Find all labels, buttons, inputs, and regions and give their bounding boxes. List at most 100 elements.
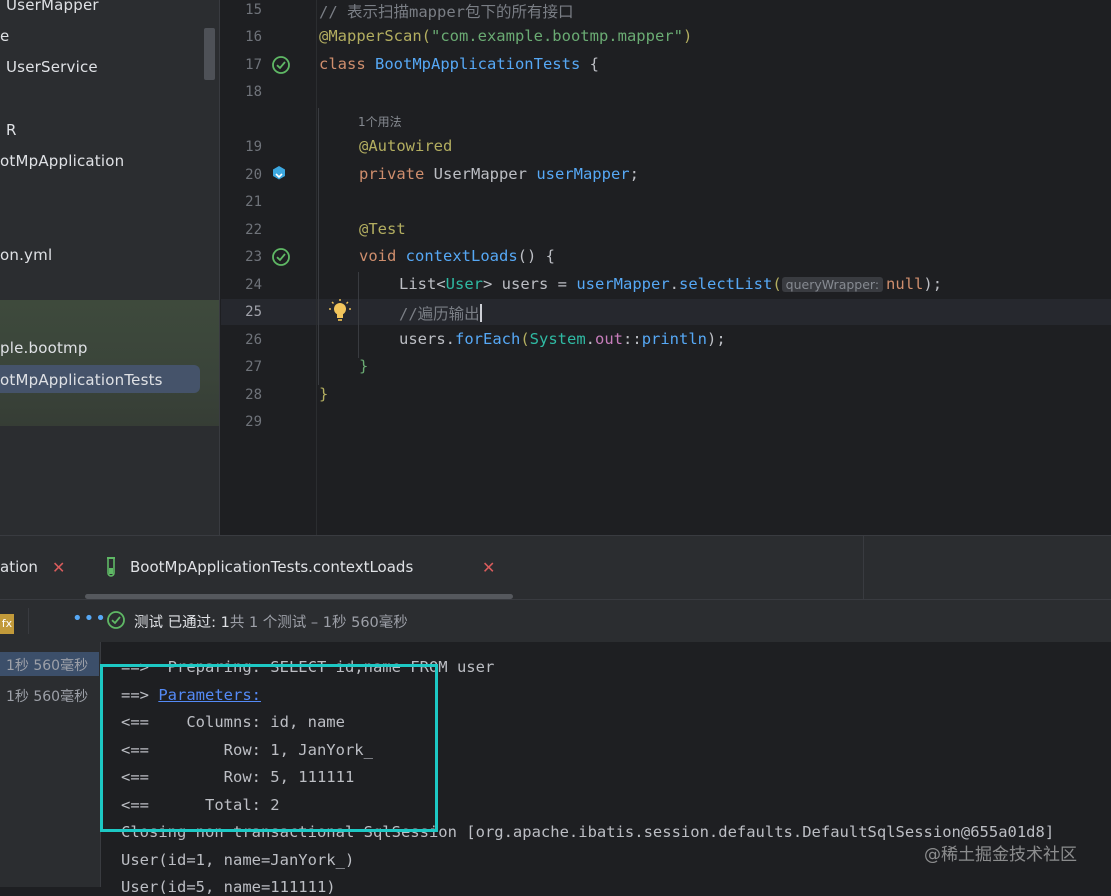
tree-item-package[interactable]: ple.bootmp: [0, 339, 88, 357]
paren: ): [682, 27, 693, 45]
var-users: users.: [399, 330, 455, 348]
paren-close: );: [923, 275, 943, 293]
var-decl: > users =: [483, 275, 577, 293]
line-number: 20: [245, 167, 262, 183]
tab-divider: [863, 536, 864, 600]
tree-item-r[interactable]: R: [6, 121, 17, 139]
tab-application[interactable]: ation: [0, 558, 38, 576]
method-ref-op: ::: [623, 330, 642, 348]
type-user: User: [445, 275, 483, 293]
run-test-class-icon[interactable]: [271, 55, 291, 75]
tree-test-folder-highlight: [0, 300, 219, 426]
annotation: @MapperScan(: [319, 27, 431, 45]
dot: .: [585, 330, 596, 348]
code-line-26: users.forEach(System.out::println);: [399, 330, 726, 348]
class-name: BootMpApplicationTests: [375, 55, 581, 73]
class-system: System: [529, 330, 586, 348]
paren-close: );: [707, 330, 726, 348]
line-number: 26: [245, 332, 262, 348]
test-results-tree: [0, 642, 101, 887]
type-name: UserMapper: [433, 165, 537, 183]
brace: {: [580, 55, 599, 73]
tree-item-test-class[interactable]: otMpApplicationTests: [0, 371, 163, 389]
test-passed-text: 测试 已通过: 1: [134, 615, 230, 631]
method-call: selectList: [679, 275, 773, 293]
current-line-highlight: [221, 299, 1111, 325]
line-number: 15: [245, 2, 262, 18]
console-line: User(id=1, name=JanYork_): [121, 851, 355, 869]
console-line: User(id=5, name=111111): [121, 878, 336, 896]
parens: () {: [517, 247, 555, 265]
tree-item-usermapper[interactable]: UserMapper: [6, 0, 99, 14]
run-test-method-icon[interactable]: [271, 247, 291, 267]
indent-guide: [358, 272, 359, 358]
tree-item-application[interactable]: otMpApplication: [0, 152, 124, 170]
parameter-hint: queryWrapper:: [781, 277, 884, 292]
method-name: contextLoads: [405, 247, 518, 265]
autowired-bean-icon[interactable]: [271, 165, 287, 183]
line-number: 18: [245, 84, 262, 100]
type-list: List<: [399, 275, 446, 293]
indent-guide: [318, 108, 319, 385]
tab-contextloads[interactable]: BootMpApplicationTests.contextLoads: [130, 558, 413, 576]
gutter-divider: [316, 0, 317, 535]
lightbulb-icon[interactable]: [329, 298, 351, 322]
paren-open: (: [772, 275, 782, 293]
code-line-24: List<User> users = userMapper.selectList…: [399, 275, 942, 293]
project-tree-panel: UserMapper e UserService R otMpApplicati…: [0, 0, 219, 535]
code-line-19: @Autowired: [359, 137, 453, 155]
code-line-22: @Test: [359, 220, 406, 238]
paren-open: (: [520, 330, 530, 348]
tree-item-e[interactable]: e: [0, 27, 9, 45]
line-number: 27: [245, 359, 262, 375]
annotation-highlight-box: [100, 664, 438, 832]
tree-scrollbar[interactable]: [204, 28, 215, 80]
line-number-current: 25: [245, 304, 262, 320]
tree-item-userservice[interactable]: UserService: [6, 58, 98, 76]
close-icon[interactable]: ✕: [482, 558, 495, 577]
line-number: 19: [245, 139, 262, 155]
watermark: @稀土掘金技术社区: [924, 845, 1077, 865]
field-ref: userMapper: [576, 275, 670, 293]
keyword: void: [359, 247, 406, 265]
method-foreach: forEach: [455, 330, 521, 348]
comment: //遍历输出: [399, 305, 480, 323]
toolbar-divider: [28, 608, 29, 634]
code-line-15: // 表示扫描mapper包下的所有接口: [319, 3, 574, 21]
line-number: 22: [245, 222, 262, 238]
test-tube-icon: [107, 557, 115, 577]
dot: .: [669, 275, 679, 293]
line-number: 29: [245, 414, 262, 430]
passed-check-icon: [107, 611, 125, 629]
line-number: 24: [245, 277, 262, 293]
tree-item-yml[interactable]: on.yml: [0, 246, 52, 264]
line-number: 17: [245, 57, 262, 73]
code-editor[interactable]: [220, 0, 1111, 535]
test-status-bar: fx ••• 测试 已通过: 1共 1 个测试 – 1秒 560毫秒: [0, 599, 1111, 643]
line-number: 28: [245, 387, 262, 403]
test-detail-text: 共 1 个测试 – 1秒 560毫秒: [229, 615, 408, 631]
field-name: userMapper: [536, 165, 630, 183]
fx-icon[interactable]: fx: [0, 614, 14, 634]
test-result-summary: 测试 已通过: 1共 1 个测试 – 1秒 560毫秒: [134, 611, 408, 632]
code-line-27: }: [359, 357, 369, 375]
test-duration[interactable]: 1秒 560毫秒: [6, 686, 88, 706]
keyword: class: [319, 55, 375, 73]
more-icon[interactable]: •••: [72, 608, 107, 629]
usages-hint[interactable]: 1个用法: [358, 113, 402, 130]
run-tabs-bar: ation ✕ BootMpApplicationTests.contextLo…: [0, 535, 1111, 600]
code-line-25: //遍历输出: [399, 302, 482, 324]
line-number: 23: [245, 249, 262, 265]
code-line-23: void contextLoads() {: [359, 247, 555, 265]
null-literal: null: [886, 275, 924, 293]
semicolon: ;: [629, 165, 639, 183]
close-icon[interactable]: ✕: [52, 558, 65, 577]
code-line-20: private UserMapper userMapper;: [359, 165, 639, 183]
line-number: 16: [245, 29, 262, 45]
code-line-17: class BootMpApplicationTests {: [319, 55, 599, 73]
line-number: 21: [245, 194, 262, 210]
test-duration[interactable]: 1秒 560毫秒: [6, 655, 88, 675]
field-out: out: [595, 330, 624, 348]
string-literal: "com.example.bootmp.mapper": [430, 27, 683, 45]
method-println: println: [641, 330, 708, 348]
